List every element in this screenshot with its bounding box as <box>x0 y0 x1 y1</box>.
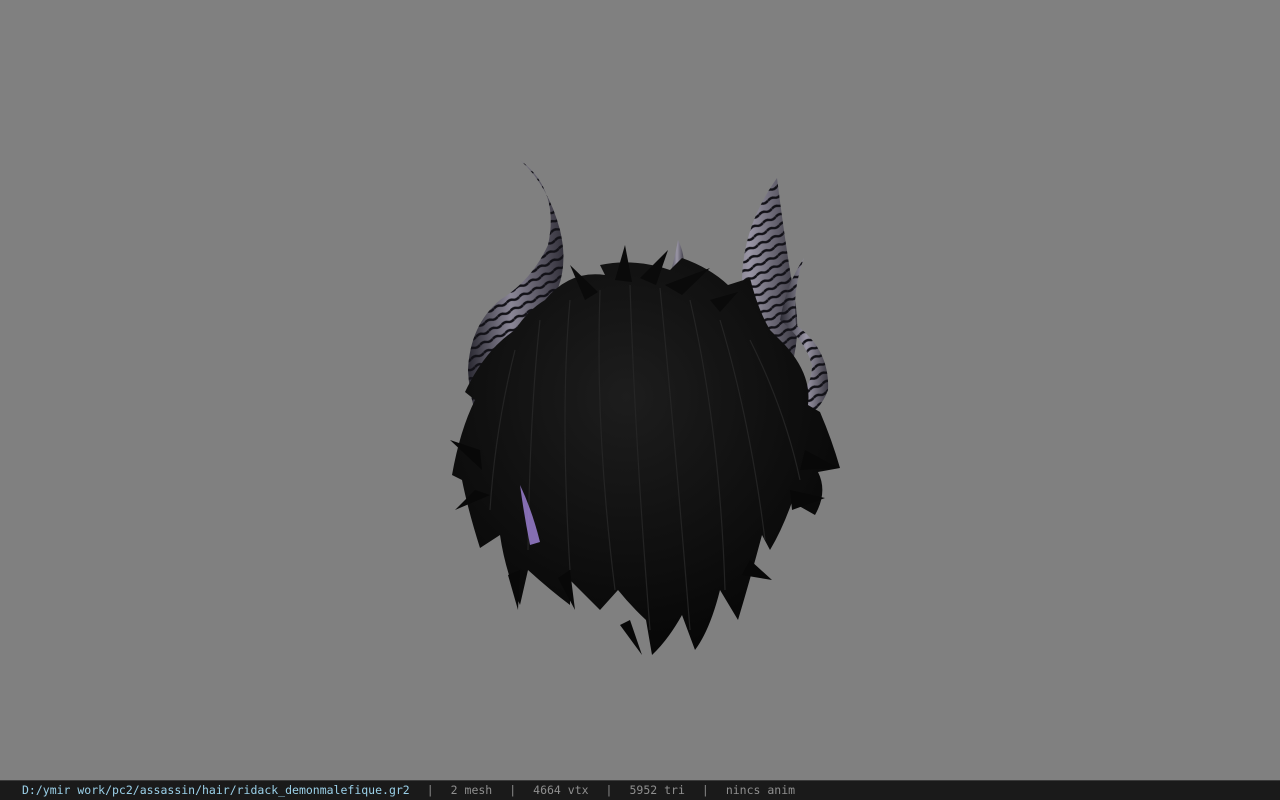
mesh-count: 2 mesh <box>450 783 493 797</box>
status-separator: | <box>701 783 709 797</box>
status-separator: | <box>509 783 517 797</box>
animation-status: nincs anim <box>725 783 796 797</box>
triangle-count: 5952 tri <box>629 783 685 797</box>
hair-model <box>450 160 840 655</box>
vertex-count: 4664 vtx <box>533 783 589 797</box>
status-separator: | <box>426 783 434 797</box>
3d-viewport[interactable] <box>0 0 1280 780</box>
status-bar: D:/ymir work/pc2/assassin/hair/ridack_de… <box>0 780 1280 800</box>
status-separator: | <box>605 783 613 797</box>
file-path: D:/ymir work/pc2/assassin/hair/ridack_de… <box>22 783 410 797</box>
